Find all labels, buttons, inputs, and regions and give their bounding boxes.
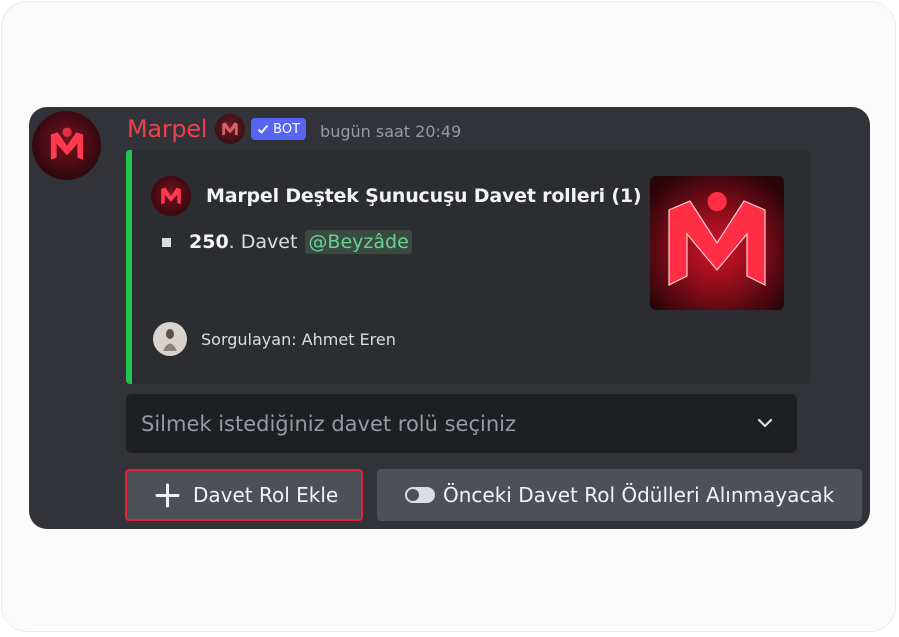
add-invite-role-label: Davet Rol Ekle xyxy=(193,483,339,507)
message-header: Marpel BOT bugün saat 20:49 xyxy=(127,114,461,144)
plus-icon xyxy=(155,483,180,507)
previous-rewards-toggle-button[interactable]: Önceki Davet Rol Ödülleri Alınmayacak xyxy=(377,469,862,521)
check-icon xyxy=(258,124,269,134)
embed: Marpel Deştek Şunucuşu Davet rolleri (1)… xyxy=(126,150,810,384)
bot-badge-label: BOT xyxy=(273,121,301,137)
toggle-off-icon xyxy=(405,487,435,503)
role-mention[interactable]: @Beyzâde xyxy=(305,230,412,254)
server-tag-icon[interactable] xyxy=(215,114,246,144)
previous-rewards-toggle-label: Önceki Davet Rol Ödülleri Alınmayacak xyxy=(443,483,835,507)
add-invite-role-button[interactable]: Davet Rol Ekle xyxy=(125,469,363,521)
bot-badge: BOT xyxy=(251,118,307,140)
embed-author-icon xyxy=(151,176,191,216)
embed-author-name: Marpel Deştek Şunucuşu Davet rolleri (1) xyxy=(206,185,642,207)
select-placeholder: Silmek istediğiniz davet rolü seçiniz xyxy=(141,411,517,436)
invite-rank: 250 xyxy=(189,231,229,253)
invite-rank-suffix: . Davet xyxy=(228,231,298,253)
role-select-menu[interactable]: Silmek istediğiniz davet rolü seçiniz xyxy=(126,394,797,453)
username[interactable]: Marpel xyxy=(127,115,207,143)
requester-avatar xyxy=(153,322,187,356)
embed-description: 250 . Davet @Beyzâde xyxy=(162,230,412,254)
list-bullet xyxy=(162,237,171,247)
chevron-down-icon xyxy=(757,418,773,428)
message-panel: Marpel BOT bugün saat 20:49 Marpel Deşte… xyxy=(29,107,870,529)
embed-thumbnail[interactable] xyxy=(650,176,784,310)
embed-footer-text: Sorgulayan: Ahmet Eren xyxy=(201,329,396,349)
embed-footer: Sorgulayan: Ahmet Eren xyxy=(153,322,396,356)
embed-author: Marpel Deştek Şunucuşu Davet rolleri (1) xyxy=(151,176,642,216)
marpel-logo-icon xyxy=(668,192,766,286)
bot-avatar[interactable] xyxy=(32,111,101,180)
marpel-logo-icon xyxy=(50,127,83,160)
message-timestamp: bugün saat 20:49 xyxy=(320,121,462,141)
